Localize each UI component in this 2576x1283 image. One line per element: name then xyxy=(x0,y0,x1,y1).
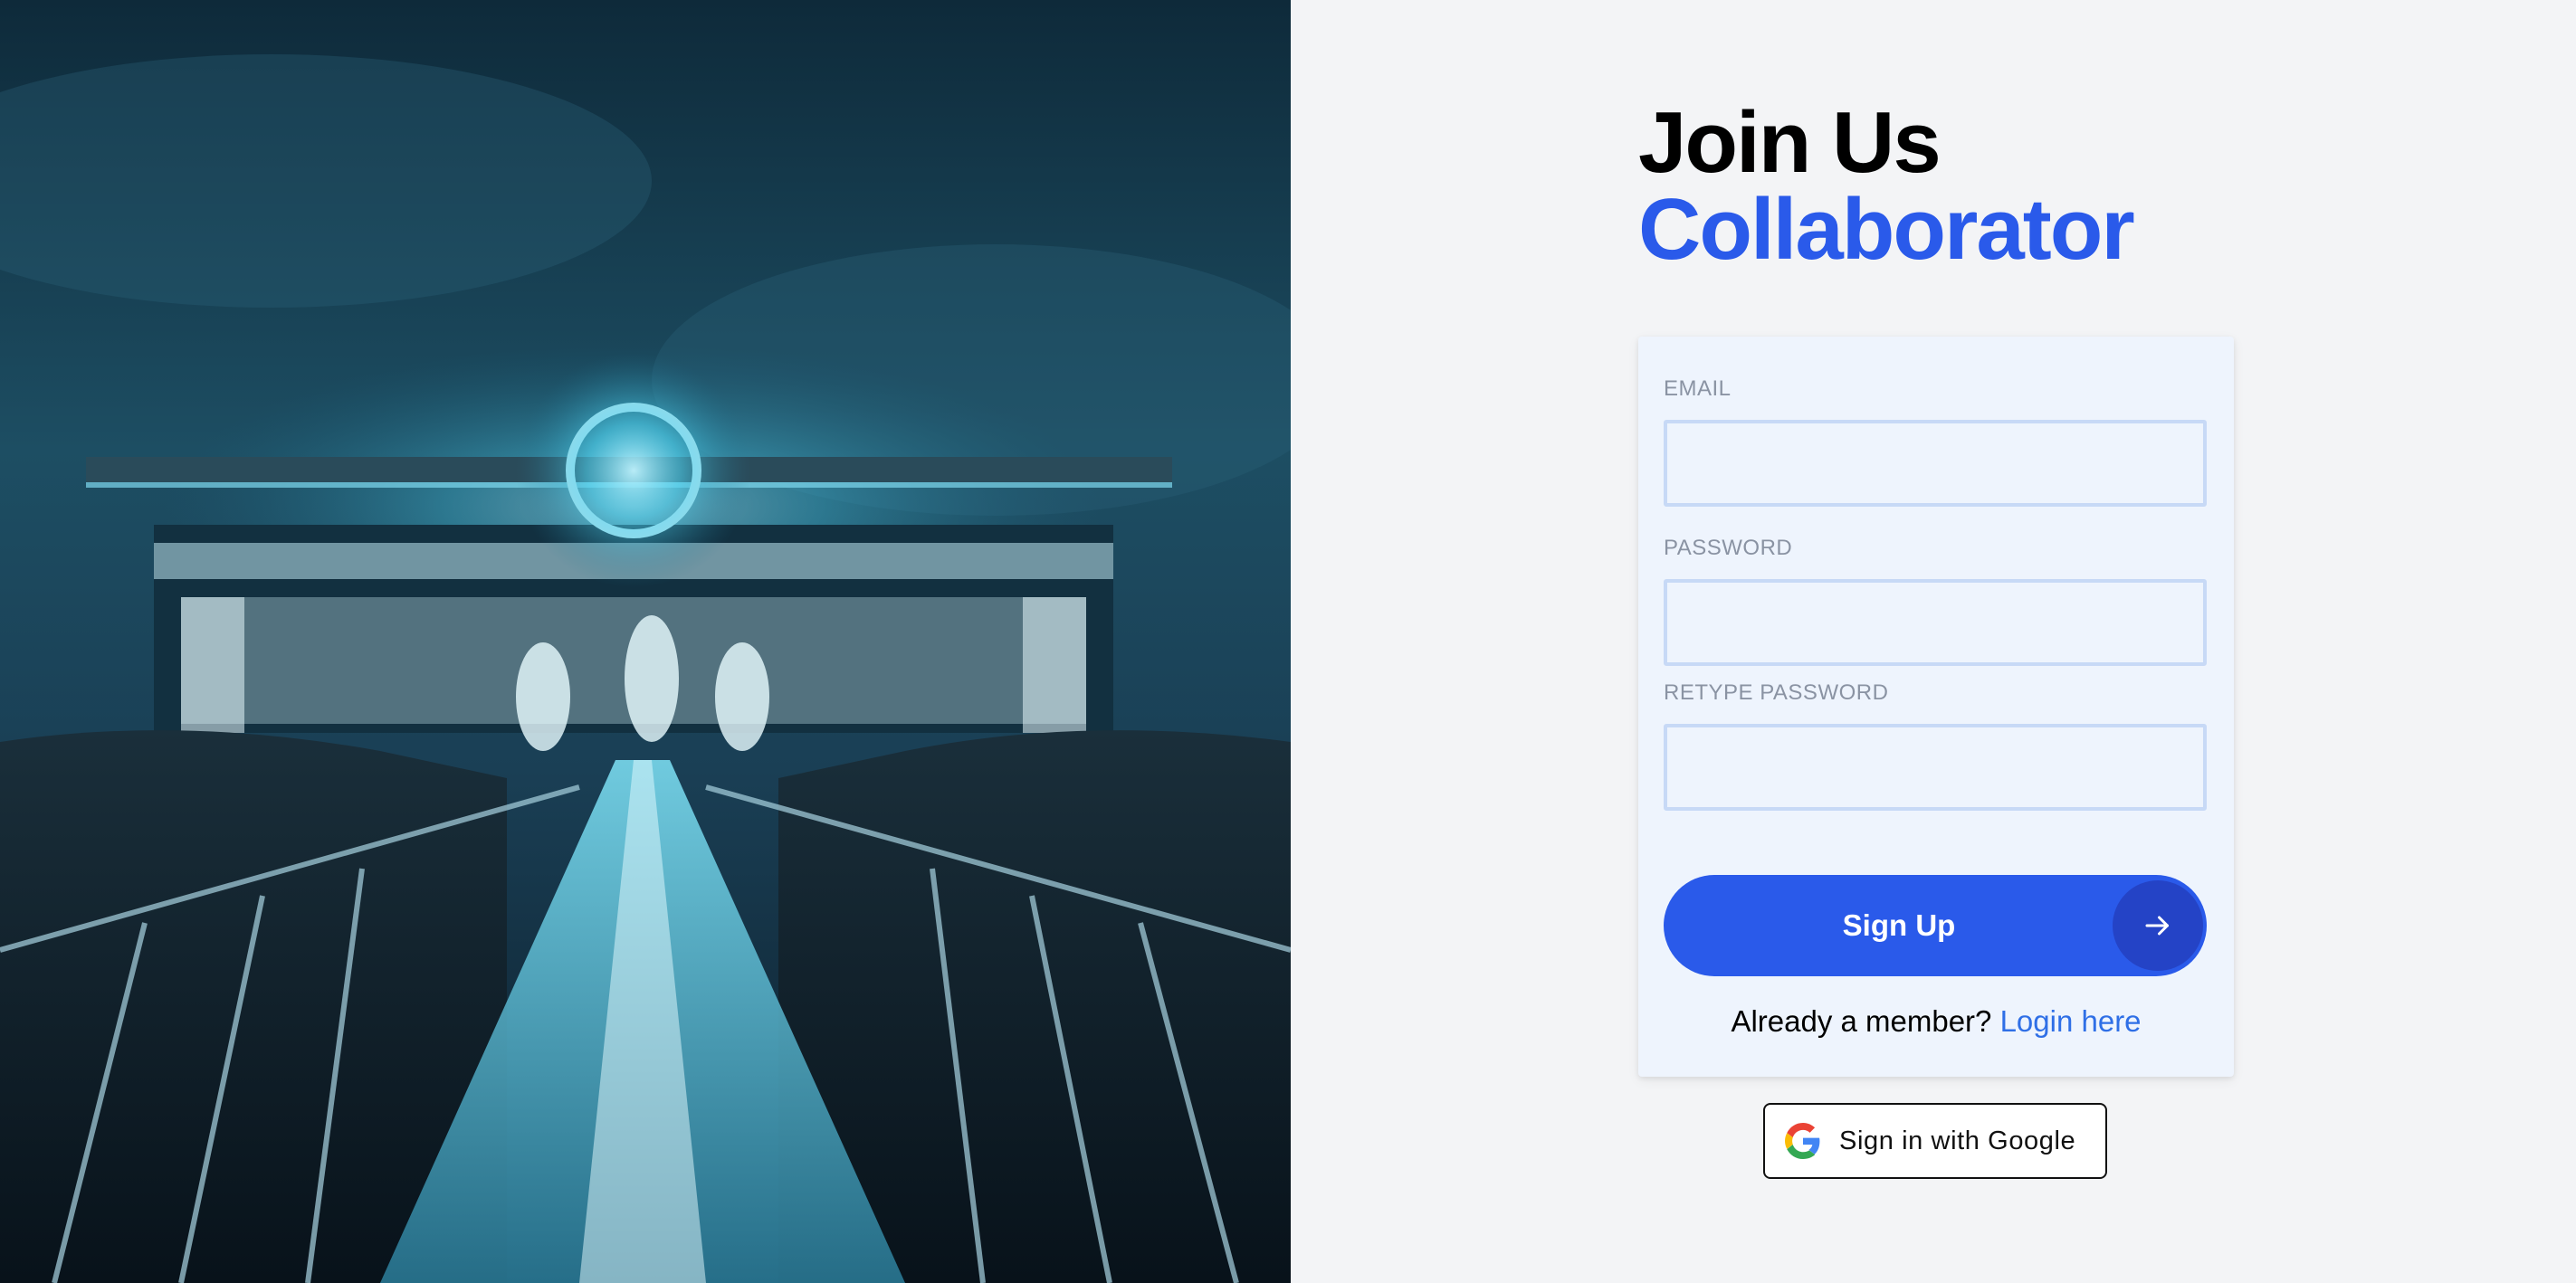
retype-password-label: RETYPE PASSWORD xyxy=(1664,680,1889,705)
hero-image xyxy=(0,0,1291,1283)
login-link[interactable]: Login here xyxy=(2000,1004,2142,1038)
sign-up-button[interactable]: Sign Up xyxy=(1664,875,2207,976)
signup-card: EMAIL PASSWORD RETYPE PASSWORD Sign Up A… xyxy=(1638,337,2234,1077)
concert-stage-illustration xyxy=(0,0,1291,1283)
google-sign-in-label: Sign in with Google xyxy=(1839,1126,2076,1155)
sign-up-label: Sign Up xyxy=(1842,908,1956,942)
arrow-right-icon xyxy=(2113,880,2203,971)
already-member-text: Already a member? Login here xyxy=(1638,1004,2234,1039)
title-line-1: Join Us xyxy=(1638,94,1942,191)
signup-panel: Join Us Collaborator EMAIL PASSWORD RETY… xyxy=(1291,0,2576,1283)
page-title: Join Us Collaborator xyxy=(1638,94,2135,278)
email-label: EMAIL xyxy=(1664,376,1732,401)
retype-password-input[interactable] xyxy=(1664,724,2207,811)
title-line-2: Collaborator xyxy=(1638,181,2135,278)
password-input[interactable] xyxy=(1664,579,2207,666)
already-member-label: Already a member? xyxy=(1731,1004,2000,1038)
email-input[interactable] xyxy=(1664,420,2207,507)
google-icon xyxy=(1785,1123,1820,1159)
google-sign-in-button[interactable]: Sign in with Google xyxy=(1763,1103,2107,1179)
password-label: PASSWORD xyxy=(1664,536,1793,560)
